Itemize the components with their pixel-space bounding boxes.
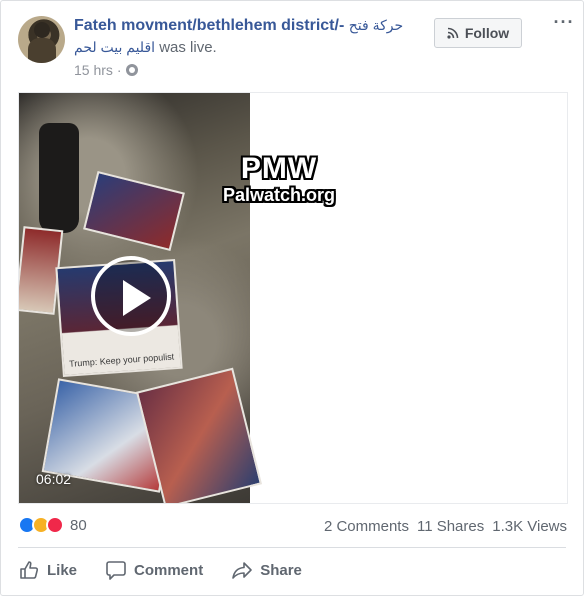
divider — [18, 547, 566, 548]
page-name-arabic: حركة فتح — [348, 17, 404, 33]
page-name-arabic-continued[interactable]: اقليم بيت لحم — [74, 39, 155, 55]
like-button[interactable]: Like — [18, 556, 77, 584]
comment-button[interactable]: Comment — [105, 556, 203, 584]
comments-count-link[interactable]: 2 Comments — [324, 518, 409, 535]
engagement-stats: 2 Comments 11 Shares 1.3K Views — [324, 518, 567, 535]
share-label: Share — [260, 561, 302, 579]
post-meta: 15 hrs · — [74, 62, 138, 78]
love-reaction-icon — [46, 516, 64, 534]
reaction-count: 80 — [70, 516, 87, 534]
rss-icon — [447, 27, 459, 39]
torn-poster — [83, 171, 185, 251]
like-label: Like — [47, 561, 78, 579]
watermark-logo: PMW — [240, 152, 318, 185]
watermark-site: Palwatch.org — [222, 185, 336, 205]
views-count[interactable]: 1.3K Views — [492, 518, 567, 535]
boot-image — [39, 123, 79, 233]
action-bar: Like Comment Share — [18, 556, 302, 584]
post-card: Fateh movment/bethlehem district/- حركة … — [0, 0, 584, 596]
live-status-line: اقليم بيت لحم was live. — [74, 39, 217, 56]
play-icon — [123, 280, 151, 316]
shares-count-link[interactable]: 11 Shares — [417, 518, 484, 535]
page-name-link[interactable]: Fateh movment/bethlehem district/- حركة … — [74, 17, 403, 35]
comment-icon — [106, 561, 126, 580]
live-status-text: was live. — [159, 39, 217, 56]
play-button[interactable] — [91, 256, 171, 336]
follow-label: Follow — [464, 25, 510, 41]
share-button[interactable]: Share — [231, 556, 302, 584]
more-options-button[interactable]: ··· — [553, 13, 575, 35]
post-timestamp[interactable]: 15 hrs — [74, 62, 113, 78]
thumbs-up-icon — [20, 561, 39, 579]
share-arrow-icon — [232, 562, 252, 579]
watermark: PMW Palwatch.org — [214, 152, 344, 206]
globe-icon[interactable] — [125, 64, 138, 76]
meta-separator: · — [116, 62, 122, 78]
comment-label: Comment — [134, 561, 204, 579]
page-name-text: Fateh movment/bethlehem district/- — [74, 17, 345, 34]
page-avatar[interactable] — [18, 16, 65, 63]
reactions-summary[interactable]: 80 — [18, 516, 87, 534]
video-player[interactable]: Trump: Keep your populist 06:02 PMW Palw… — [18, 92, 568, 504]
follow-button[interactable]: Follow — [434, 18, 522, 48]
video-duration: 06:02 — [36, 471, 72, 487]
